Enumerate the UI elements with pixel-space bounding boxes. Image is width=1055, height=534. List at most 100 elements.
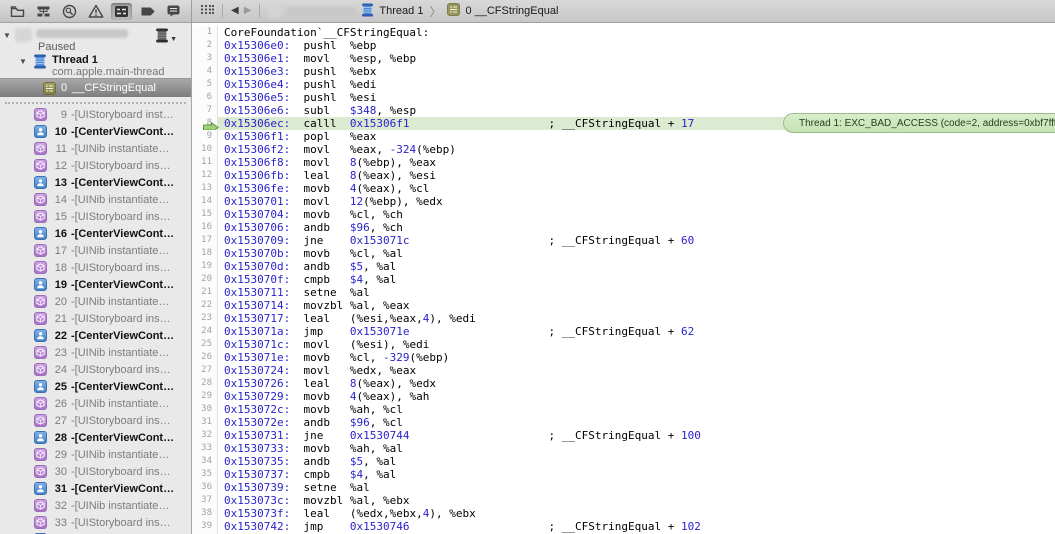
code-line[interactable]: 9 0x15306f1: popl %eax xyxy=(192,130,1055,143)
code-line[interactable]: 3 0x15306e1: movl %esp, %ebp xyxy=(192,52,1055,65)
line-number[interactable]: 3 xyxy=(192,52,218,65)
code-line[interactable]: 17 0x1530709: jne 0x153071c ; __CFStringE… xyxy=(192,234,1055,247)
line-number[interactable]: 28 xyxy=(192,377,218,390)
stack-frame[interactable]: 23 -[UINib instantiate… xyxy=(0,344,191,361)
code-line[interactable]: 36 0x1530739: setne %al xyxy=(192,481,1055,494)
line-number[interactable]: 38 xyxy=(192,507,218,520)
breakpoint-navigator-icon[interactable] xyxy=(137,3,158,20)
stack-frame[interactable]: 17 -[UINib instantiate… xyxy=(0,242,191,259)
symbol-navigator-icon[interactable] xyxy=(33,3,54,20)
line-number[interactable]: 1 xyxy=(192,26,218,39)
code-line[interactable]: 24 0x153071a: jmp 0x153071e ; __CFStringE… xyxy=(192,325,1055,338)
stack-frame[interactable]: 14 -[UINib instantiate… xyxy=(0,191,191,208)
code-line[interactable]: 35 0x1530737: cmpb $4, %al xyxy=(192,468,1055,481)
line-number[interactable]: 10 xyxy=(192,143,218,156)
stack-frame[interactable]: 28 -[CenterViewCont… xyxy=(0,429,191,446)
stack-frame[interactable]: 29 -[UINib instantiate… xyxy=(0,446,191,463)
line-number[interactable]: 7 xyxy=(192,104,218,117)
line-number[interactable]: 13 xyxy=(192,182,218,195)
code-line[interactable]: 34 0x1530735: andb $5, %al xyxy=(192,455,1055,468)
line-number[interactable]: 35 xyxy=(192,468,218,481)
line-number[interactable]: 33 xyxy=(192,442,218,455)
code-line[interactable]: 38 0x153073f: leal (%edx,%ebx,4), %ebx xyxy=(192,507,1055,520)
line-number[interactable]: 14 xyxy=(192,195,218,208)
code-line[interactable]: 39 0x1530742: jmp 0x1530746 ; __CFStringE… xyxy=(192,520,1055,533)
line-number[interactable]: 6 xyxy=(192,91,218,104)
jumpbar-frame-item[interactable]: 0 __CFStringEqual xyxy=(465,5,558,17)
line-number[interactable]: 15 xyxy=(192,208,218,221)
stack-frame[interactable]: 22 -[CenterViewCont… xyxy=(0,327,191,344)
line-number[interactable]: 21 xyxy=(192,286,218,299)
code-line[interactable]: 4 0x15306e3: pushl %ebx xyxy=(192,65,1055,78)
code-line[interactable]: 33 0x1530733: movb %ah, %al xyxy=(192,442,1055,455)
jumpbar-thread-item[interactable]: Thread 1 xyxy=(379,5,423,17)
code-line[interactable]: 12 0x15306fb: leal 8(%eax), %esi xyxy=(192,169,1055,182)
line-number[interactable]: 25 xyxy=(192,338,218,351)
log-navigator-icon[interactable] xyxy=(163,3,184,20)
code-line[interactable]: 30 0x153072c: movb %ah, %cl xyxy=(192,403,1055,416)
line-number[interactable]: 32 xyxy=(192,429,218,442)
line-number[interactable]: 4 xyxy=(192,65,218,78)
code-line[interactable]: 29 0x1530729: movb 4(%eax), %ah xyxy=(192,390,1055,403)
code-line[interactable]: 5 0x15306e4: pushl %edi xyxy=(192,78,1055,91)
code-line[interactable]: 20 0x153070f: cmpb $4, %al xyxy=(192,273,1055,286)
code-line[interactable]: 27 0x1530724: movl %edx, %eax xyxy=(192,364,1055,377)
code-line[interactable]: 6 0x15306e5: pushl %esi xyxy=(192,91,1055,104)
stack-frame[interactable]: 18 -[UIStoryboard ins… xyxy=(0,259,191,276)
code-line[interactable]: 25 0x153071c: movl (%esi), %edi xyxy=(192,338,1055,351)
stack-frame[interactable]: 9 -[UIStoryboard inst… xyxy=(0,106,191,123)
issue-navigator-icon[interactable] xyxy=(85,3,106,20)
line-number[interactable]: 18 xyxy=(192,247,218,260)
stack-frame[interactable]: 11 -[UINib instantiate… xyxy=(0,140,191,157)
code-line[interactable]: 21 0x1530711: setne %al xyxy=(192,286,1055,299)
stack-frame[interactable]: 30 -[UIStoryboard ins… xyxy=(0,463,191,480)
line-number[interactable]: 16 xyxy=(192,221,218,234)
code-line[interactable]: 13 0x15306fe: movb 4(%eax), %cl xyxy=(192,182,1055,195)
line-number[interactable]: 27 xyxy=(192,364,218,377)
stack-frame[interactable]: 13 -[CenterViewCont… xyxy=(0,174,191,191)
project-navigator-icon[interactable] xyxy=(7,3,28,20)
stack-frame[interactable]: 15 -[UIStoryboard ins… xyxy=(0,208,191,225)
stack-frame[interactable]: 26 -[UINib instantiate… xyxy=(0,395,191,412)
stack-frame[interactable]: 24 -[UIStoryboard ins… xyxy=(0,361,191,378)
line-number[interactable]: 17 xyxy=(192,234,218,247)
stack-frame[interactable]: 10 -[CenterViewCont… xyxy=(0,123,191,140)
stack-frame[interactable]: 32 -[UINib instantiate… xyxy=(0,497,191,514)
stack-frame[interactable]: 25 -[CenterViewCont… xyxy=(0,378,191,395)
stack-frame[interactable]: 31 -[CenterViewCont… xyxy=(0,480,191,497)
line-number[interactable]: 19 xyxy=(192,260,218,273)
line-number[interactable]: 23 xyxy=(192,312,218,325)
code-line[interactable]: 1 CoreFoundation`__CFStringEqual: xyxy=(192,26,1055,39)
code-line[interactable]: 2 0x15306e0: pushl %ebp xyxy=(192,39,1055,52)
code-line[interactable]: 16 0x1530706: andb $96, %ch xyxy=(192,221,1055,234)
code-line[interactable]: 32 0x1530731: jne 0x1530744 ; __CFStringE… xyxy=(192,429,1055,442)
disassembly-editor[interactable]: 1 CoreFoundation`__CFStringEqual: 2 0x15306… xyxy=(192,23,1055,534)
code-line[interactable]: 19 0x153070d: andb $5, %al xyxy=(192,260,1055,273)
line-number[interactable]: 20 xyxy=(192,273,218,286)
stack-frame[interactable]: 21 -[UIStoryboard ins… xyxy=(0,310,191,327)
process-view-button[interactable]: ▼ xyxy=(155,28,177,43)
line-number[interactable]: 2 xyxy=(192,39,218,52)
line-number[interactable]: 29 xyxy=(192,390,218,403)
code-line[interactable]: 10 0x15306f2: movl %eax, -324(%ebp) xyxy=(192,143,1055,156)
stack-frame[interactable]: 27 -[UIStoryboard ins… xyxy=(0,412,191,429)
code-line[interactable]: 31 0x153072e: andb $96, %cl xyxy=(192,416,1055,429)
search-navigator-icon[interactable] xyxy=(59,3,80,20)
stack-frame[interactable]: 19 -[CenterViewCont… xyxy=(0,276,191,293)
stack-frame[interactable]: 12 -[UIStoryboard ins… xyxy=(0,157,191,174)
process-disclosure-triangle[interactable]: ▼ xyxy=(3,31,11,40)
line-number[interactable]: 12 xyxy=(192,169,218,182)
code-line[interactable]: 14 0x1530701: movl 12(%ebp), %edx xyxy=(192,195,1055,208)
line-number[interactable]: 37 xyxy=(192,494,218,507)
code-line[interactable]: 28 0x1530726: leal 8(%eax), %edx xyxy=(192,377,1055,390)
code-line[interactable]: 23 0x1530717: leal (%esi,%eax,4), %edi xyxy=(192,312,1055,325)
related-items-icon[interactable] xyxy=(200,4,215,18)
stack-frame[interactable]: 33 -[UIStoryboard ins… xyxy=(0,514,191,531)
thread-disclosure-triangle[interactable]: ▼ xyxy=(19,57,27,66)
stack-frame[interactable]: 16 -[CenterViewCont… xyxy=(0,225,191,242)
back-button[interactable]: ◀ xyxy=(231,6,239,16)
stack-frame[interactable]: 20 -[UINib instantiate… xyxy=(0,293,191,310)
debug-navigator-icon[interactable] xyxy=(111,2,132,20)
line-number[interactable]: 34 xyxy=(192,455,218,468)
line-number[interactable]: 9 xyxy=(192,130,218,143)
